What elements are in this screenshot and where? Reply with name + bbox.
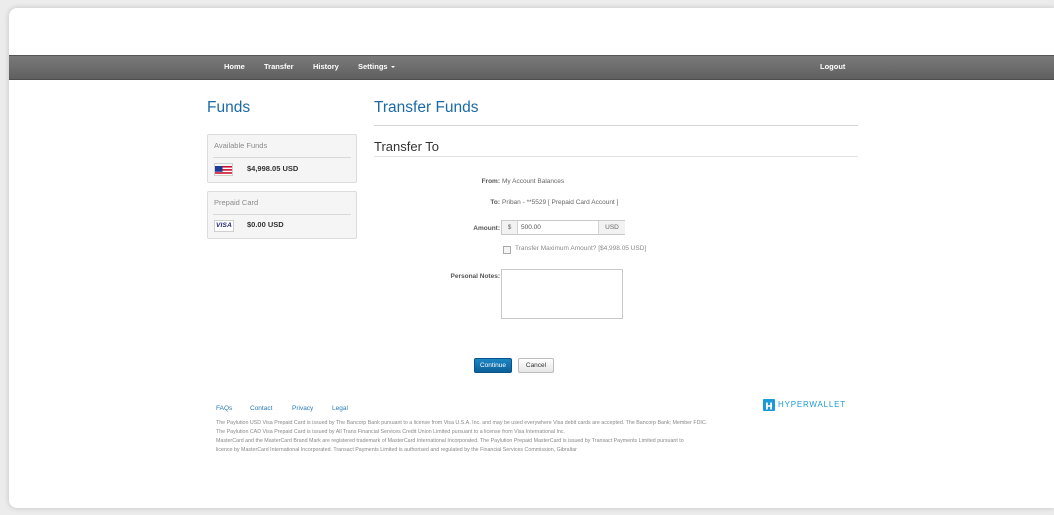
cancel-button[interactable]: Cancel — [518, 358, 554, 373]
visa-icon: VISA — [214, 220, 234, 232]
continue-button[interactable]: Continue — [474, 358, 512, 373]
sidebar-title: Funds — [207, 99, 251, 116]
prepaid-card-card: Prepaid Card VISA $0.00 USD — [207, 191, 357, 239]
to-value: Priban - **5529 [ Prepaid Card Account ] — [502, 199, 619, 206]
chevron-down-icon — [390, 66, 395, 69]
nav-settings-menu[interactable]: Settings — [358, 56, 395, 79]
max-amount-label: Transfer Maximum Amount? [$4,998.05 USD] — [515, 245, 647, 252]
divider — [213, 214, 351, 215]
section-divider — [374, 156, 858, 157]
footer-link-faqs[interactable]: FAQs — [216, 405, 232, 412]
nav-history[interactable]: History — [313, 56, 339, 79]
personal-notes-textarea[interactable] — [501, 269, 623, 319]
footer-disclaimer-line-4: licence by MasterCard International Inco… — [216, 447, 577, 453]
amount-field: $ USD — [501, 220, 625, 235]
from-label: From: — [481, 178, 500, 185]
hyperwallet-logo-icon — [763, 399, 775, 411]
prepaid-card-label: Prepaid Card — [214, 198, 259, 207]
prepaid-card-amount: $0.00 USD — [247, 220, 284, 229]
footer-link-privacy[interactable]: Privacy — [292, 405, 313, 412]
currency-prefix: $ — [502, 221, 518, 234]
notes-label: Personal Notes: — [450, 273, 501, 280]
browser-window: Home Transfer History Settings Logout Fu… — [9, 8, 1054, 508]
us-flag-icon — [214, 163, 233, 176]
nav-settings-label: Settings — [358, 62, 388, 71]
top-navbar: Home Transfer History Settings Logout — [9, 55, 1054, 80]
to-label: To: — [490, 199, 500, 206]
nav-transfer[interactable]: Transfer — [264, 56, 294, 79]
footer-disclaimer-line-2: The Paylution CAD Visa Prepaid Card is i… — [216, 429, 565, 435]
footer-link-legal[interactable]: Legal — [332, 405, 348, 412]
available-funds-amount: $4,998.05 USD — [247, 164, 299, 173]
nav-logout[interactable]: Logout — [820, 56, 845, 79]
currency-suffix: USD — [598, 221, 625, 234]
page-title: Transfer Funds — [374, 99, 479, 116]
hyperwallet-logo-text: HYPERWALLET — [778, 400, 846, 409]
footer-disclaimer-line-1: The Paylution USD Visa Prepaid Card is i… — [216, 420, 708, 426]
footer-link-contact[interactable]: Contact — [250, 405, 272, 412]
title-divider — [374, 125, 858, 126]
nav-home[interactable]: Home — [224, 56, 245, 79]
divider — [213, 157, 351, 158]
amount-input[interactable] — [518, 221, 599, 234]
max-amount-checkbox[interactable] — [503, 246, 511, 254]
section-title: Transfer To — [374, 139, 440, 154]
available-funds-card: Available Funds $4,998.05 USD — [207, 134, 357, 183]
available-funds-label: Available Funds — [214, 141, 268, 150]
amount-label: Amount: — [473, 225, 500, 232]
footer-disclaimer-line-3: MasterCard and the MasterCard Brand Mark… — [216, 438, 684, 444]
from-value: My Account Balances — [502, 178, 565, 185]
